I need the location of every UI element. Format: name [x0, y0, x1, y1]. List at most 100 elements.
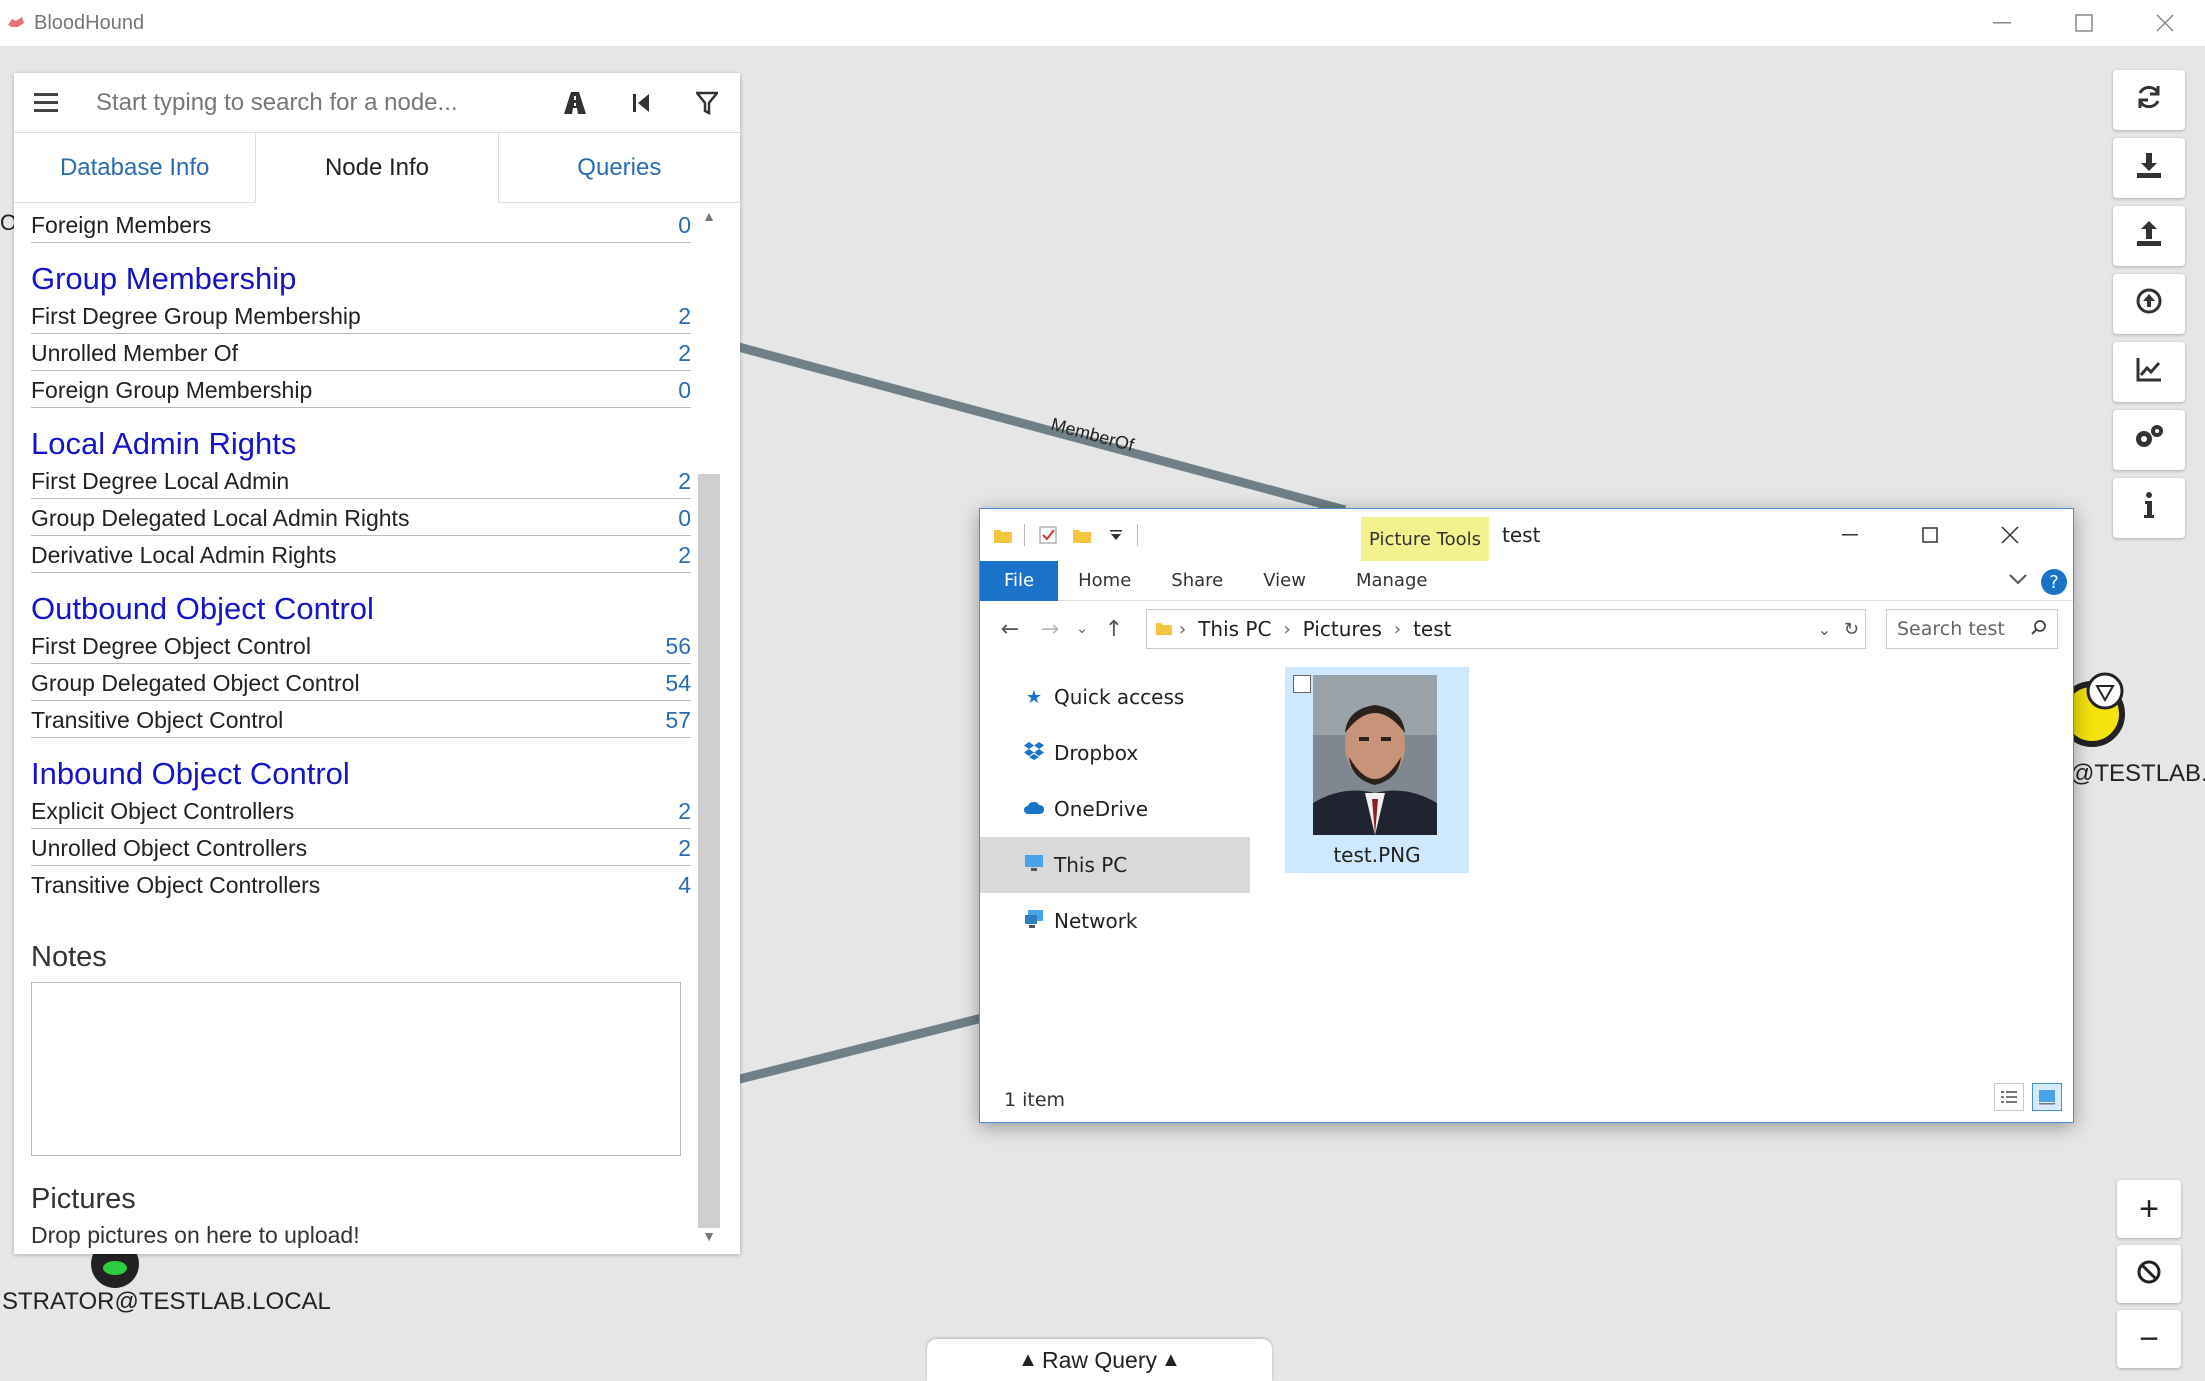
refresh-button[interactable] — [2113, 70, 2185, 130]
large-icons-view-icon[interactable] — [2032, 1083, 2062, 1111]
chevron-up-icon: ▲ — [1018, 1348, 1038, 1371]
explorer-maximize-button[interactable] — [1902, 515, 1958, 555]
breadcrumb-chevron-icon: › — [1179, 618, 1187, 640]
address-field[interactable]: › This PC › Pictures › test ⌄ ↻ — [1146, 609, 1866, 649]
filter-icon[interactable] — [674, 73, 740, 133]
explorer-close-button[interactable] — [1982, 515, 2038, 555]
raw-query-toggle[interactable]: ▲ Raw Query ▲ — [927, 1339, 1272, 1381]
import-graph-button[interactable] — [2113, 206, 2185, 266]
tab-queries[interactable]: Queries — [499, 133, 740, 202]
row-foreign-group-membership: Foreign Group Membership 0 — [31, 371, 691, 408]
section-inbound-object-control: Inbound Object Control — [31, 756, 350, 791]
explorer-minimize-button[interactable] — [1822, 515, 1878, 555]
node-search-input[interactable] — [78, 77, 542, 128]
ribbon-tab-view[interactable]: View — [1243, 561, 1326, 601]
tab-database-info[interactable]: Database Info — [14, 133, 255, 202]
breadcrumb-this-pc[interactable]: This PC — [1198, 617, 1271, 641]
stats-button[interactable] — [2113, 342, 2185, 402]
explorer-window-title: test — [1502, 523, 1541, 547]
explorer-search-input[interactable]: Search test — [1886, 609, 2058, 649]
node-properties: Foreign Members 0 Group Membership First… — [31, 204, 691, 1249]
ribbon-tab-home[interactable]: Home — [1058, 561, 1151, 601]
image-thumbnail — [1313, 675, 1437, 835]
row-unrolled-member-of: Unrolled Member Of 2 — [31, 334, 691, 371]
scroll-up-arrow-icon[interactable]: ▲ — [698, 208, 720, 224]
network-icon — [1022, 909, 1046, 934]
separator — [1024, 524, 1025, 546]
settings-button[interactable] — [2113, 410, 2185, 470]
info-icon — [2143, 491, 2155, 526]
circle-up-arrow-icon — [2135, 287, 2163, 322]
up-arrow-icon[interactable]: ↑ — [1094, 609, 1134, 649]
row-transitive-object-controllers: Transitive Object Controllers 4 — [31, 872, 691, 898]
folder-icon — [992, 524, 1014, 546]
app-titlebar: BloodHound — [0, 0, 2205, 46]
forward-arrow-icon[interactable]: → — [1030, 609, 1070, 649]
row-first-degree-object-control: First Degree Object Control 56 — [31, 627, 691, 664]
node-label-testlab: @TESTLAB. — [2070, 760, 2205, 787]
row-unrolled-object-controllers: Unrolled Object Controllers 2 — [31, 829, 691, 866]
ribbon-tab-share[interactable]: Share — [1151, 561, 1243, 601]
ban-icon — [2136, 1255, 2162, 1294]
new-folder-icon[interactable] — [1071, 524, 1093, 546]
nav-onedrive[interactable]: OneDrive — [980, 781, 1250, 837]
recent-locations-chevron-icon[interactable]: ⌄ — [1070, 609, 1094, 649]
row-first-degree-group-membership: First Degree Group Membership 2 — [31, 297, 691, 334]
row-group-delegated-object-control: Group Delegated Object Control 54 — [31, 664, 691, 701]
section-group-membership: Group Membership — [31, 261, 297, 296]
folder-icon — [1155, 617, 1173, 641]
address-dropdown-chevron-icon[interactable]: ⌄ — [1818, 620, 1831, 639]
scroll-down-arrow-icon[interactable]: ▼ — [698, 1228, 720, 1244]
breadcrumb-test[interactable]: test — [1413, 617, 1451, 641]
minus-icon: − — [2139, 1319, 2159, 1358]
close-button[interactable] — [2125, 0, 2205, 46]
row-explicit-object-controllers: Explicit Object Controllers 2 — [31, 792, 691, 829]
address-bar-row: ← → ⌄ ↑ › This PC › Pictures › test ⌄ ↻ … — [980, 601, 2073, 657]
hamburger-menu-icon[interactable] — [14, 73, 78, 133]
ribbon-tab-manage[interactable]: Manage — [1336, 561, 1448, 601]
zoom-out-button[interactable]: − — [2117, 1310, 2181, 1368]
panel-scroll-area[interactable]: Foreign Members 0 Group Membership First… — [14, 204, 740, 1254]
panel-scrollbar-thumb[interactable] — [698, 474, 720, 1228]
pictures-dropzone[interactable]: Drop pictures on here to upload! — [31, 1222, 691, 1249]
maximize-button[interactable] — [2044, 0, 2124, 46]
upload-data-button[interactable] — [2113, 274, 2185, 334]
properties-check-icon[interactable] — [1037, 524, 1059, 546]
nav-network[interactable]: Network — [980, 893, 1250, 949]
pictures-heading: Pictures — [31, 1183, 136, 1215]
customize-dropdown-icon[interactable] — [1105, 524, 1127, 546]
search-bar — [14, 73, 740, 133]
refresh-icon[interactable]: ↻ — [1844, 619, 1859, 640]
details-view-icon[interactable] — [1994, 1083, 2024, 1111]
breadcrumb-pictures[interactable]: Pictures — [1303, 617, 1382, 641]
notes-textarea[interactable] — [31, 982, 681, 1156]
cloud-icon — [1022, 799, 1046, 820]
refresh-icon — [2135, 83, 2163, 118]
file-item-test-png[interactable]: test.PNG — [1285, 667, 1469, 873]
dropbox-icon — [1022, 741, 1046, 766]
nav-dropbox[interactable]: Dropbox — [980, 725, 1250, 781]
row-group-delegated-local-admin: Group Delegated Local Admin Rights 0 — [31, 499, 691, 536]
about-button[interactable] — [2113, 478, 2185, 538]
computer-monitor-icon — [1022, 854, 1046, 877]
node-info-panel: Database Info Node Info Queries Foreign … — [14, 73, 740, 1254]
minimize-button[interactable] — [1962, 0, 2042, 46]
file-select-checkbox[interactable] — [1293, 675, 1311, 693]
picture-tools-context-tab[interactable]: Picture Tools — [1361, 517, 1489, 561]
line-chart-icon — [2135, 355, 2163, 390]
expand-ribbon-chevron-icon[interactable] — [2009, 569, 2027, 590]
pathfinding-road-icon[interactable] — [542, 73, 608, 133]
back-arrow-icon[interactable]: ← — [990, 609, 1030, 649]
help-icon[interactable]: ? — [2041, 569, 2067, 595]
zoom-in-button[interactable]: + — [2117, 1180, 2181, 1238]
reset-zoom-button[interactable] — [2117, 1245, 2181, 1303]
star-icon: ★ — [1025, 686, 1043, 708]
back-icon[interactable] — [608, 73, 674, 133]
nav-quick-access[interactable]: ★ Quick access — [980, 669, 1250, 725]
ribbon-tab-file[interactable]: File — [980, 560, 1059, 601]
edge-memberof — [718, 337, 1347, 515]
tab-node-info[interactable]: Node Info — [255, 133, 499, 203]
gears-icon — [2133, 423, 2165, 458]
export-graph-button[interactable] — [2113, 138, 2185, 198]
nav-this-pc[interactable]: This PC — [980, 837, 1250, 893]
